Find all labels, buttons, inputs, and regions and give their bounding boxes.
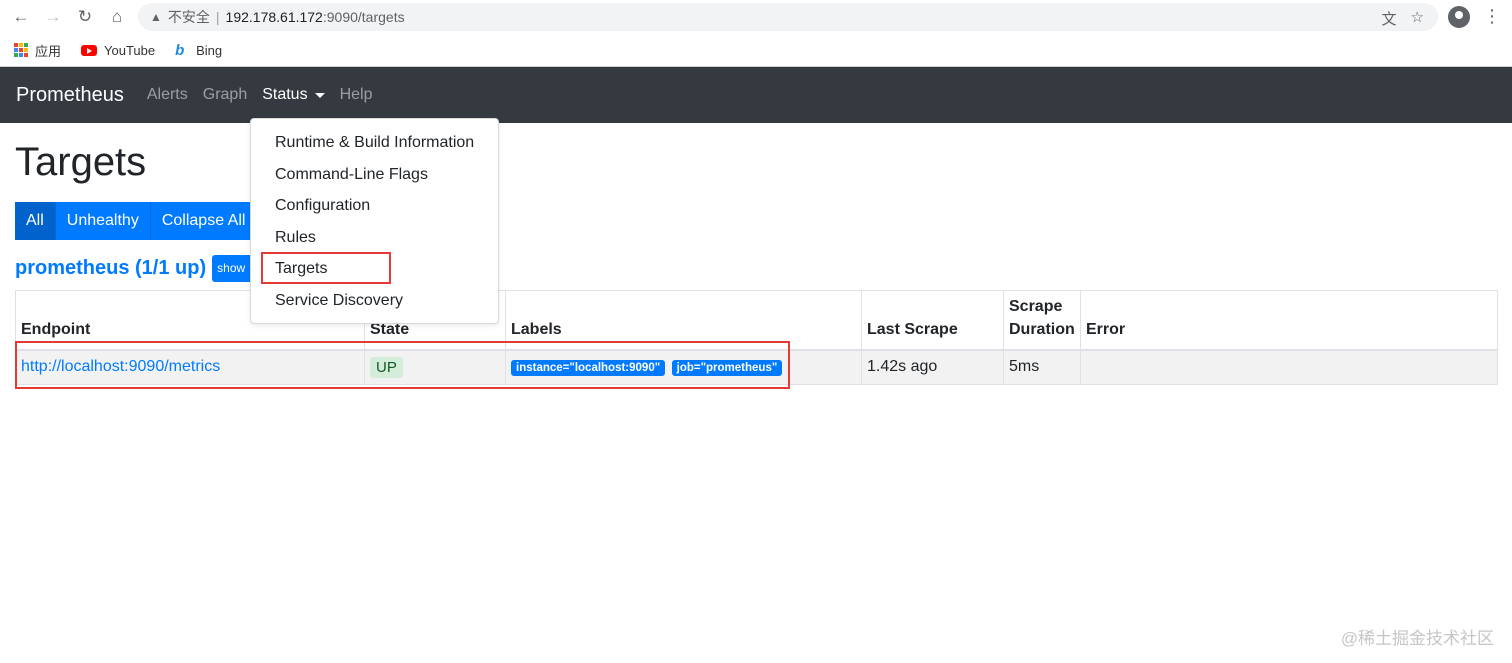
menu-item-service-discovery[interactable]: Service Discovery [251, 285, 498, 317]
job-title-link[interactable]: prometheus (1/1 up) [15, 257, 206, 280]
insecure-label: 不安全 [167, 9, 210, 25]
youtube-icon [81, 44, 98, 56]
nav-graph[interactable]: Graph [203, 86, 247, 104]
cell-endpoint: http://localhost:9090/metrics [15, 349, 365, 385]
bing-icon: b [175, 41, 185, 59]
prometheus-navbar: Prometheus Alerts Graph Status Help [0, 67, 1512, 123]
header-last-scrape: Last Scrape [861, 290, 1004, 351]
menu-item-configuration[interactable]: Configuration [251, 190, 498, 222]
home-icon[interactable]: ⌂ [106, 6, 128, 28]
menu-item-runtime-build-info[interactable]: Runtime & Build Information [251, 127, 498, 159]
watermark: @稀土掘金技术社区 [1340, 629, 1494, 648]
header-error: Error [1080, 290, 1498, 351]
header-scrape-duration-line1: Scrape [1009, 298, 1063, 315]
bookmark-star-icon[interactable]: ☆ [1411, 8, 1424, 29]
url-separator: | [215, 9, 220, 25]
menu-item-rules[interactable]: Rules [251, 222, 498, 254]
targets-table: Endpoint State Labels Last Scrape Scrape… [15, 290, 1498, 385]
nav-help[interactable]: Help [340, 86, 373, 104]
bookmarks-bar: 应用 YouTube b Bing [0, 34, 1512, 66]
header-labels: Labels [505, 290, 862, 351]
apps-grid-icon [14, 43, 28, 57]
warning-icon: ▲ [150, 10, 162, 24]
reload-icon[interactable]: ↻ [74, 6, 96, 28]
state-badge: UP [370, 356, 403, 378]
bookmark-label: YouTube [104, 42, 156, 58]
filter-button-group: All Unhealthy Collapse All [15, 202, 258, 240]
cell-error [1080, 349, 1498, 385]
table-header-row: Endpoint State Labels Last Scrape Scrape… [15, 290, 1498, 351]
profile-icon[interactable] [1448, 6, 1470, 28]
browser-menu-icon[interactable]: ⋮ [1483, 5, 1501, 27]
label-badge-job: job="prometheus" [671, 360, 783, 377]
bookmark-youtube[interactable]: YouTube [81, 43, 155, 58]
status-dropdown-menu: Runtime & Build Information Command-Line… [250, 118, 499, 324]
cell-last-scrape: 1.42s ago [861, 349, 1004, 385]
url-host: 192.178.61.172 [225, 9, 323, 25]
menu-item-targets[interactable]: Targets [251, 253, 498, 285]
bookmark-label: Bing [196, 42, 223, 58]
url-path: :9090/targets [322, 9, 405, 25]
browser-toolbar: ← → ↻ ⌂ ▲ 不安全 | 192.178.61.172 :9090/tar… [0, 0, 1512, 34]
cell-scrape-duration: 5ms [1003, 349, 1081, 385]
browser-chrome: ← → ↻ ⌂ ▲ 不安全 | 192.178.61.172 :9090/tar… [0, 0, 1512, 67]
cell-state: UP [364, 349, 506, 385]
nav-alerts[interactable]: Alerts [147, 86, 188, 104]
menu-item-command-line-flags[interactable]: Command-Line Flags [251, 159, 498, 191]
translate-icon[interactable]: 文 [1382, 8, 1397, 29]
bookmark-label: 应用 [35, 43, 62, 59]
endpoint-link[interactable]: http://localhost:9090/metrics [21, 358, 220, 375]
filter-unhealthy-button[interactable]: Unhealthy [55, 202, 151, 240]
cell-labels: instance="localhost:9090" job="prometheu… [505, 349, 862, 385]
label-badge-instance: instance="localhost:9090" [511, 360, 666, 377]
collapse-all-button[interactable]: Collapse All [150, 202, 258, 240]
address-bar[interactable]: ▲ 不安全 | 192.178.61.172 :9090/targets 文 ☆ [138, 3, 1438, 31]
header-scrape-duration: Scrape Duration [1003, 290, 1081, 351]
brand-link[interactable]: Prometheus [16, 84, 124, 107]
bookmark-apps[interactable]: 应用 [14, 41, 61, 60]
show-less-button[interactable]: show less [212, 255, 253, 282]
forward-icon[interactable]: → [42, 6, 64, 28]
nav-status-label: Status [262, 86, 308, 103]
job-header: prometheus (1/1 up) show less [15, 255, 253, 282]
header-scrape-duration-line2: Duration [1009, 321, 1075, 338]
filter-all-button[interactable]: All [15, 202, 56, 240]
caret-down-icon [314, 92, 325, 98]
page-title: Targets [15, 140, 147, 184]
bookmark-bing[interactable]: b Bing [175, 42, 222, 59]
nav-status[interactable]: Status [262, 86, 325, 104]
back-icon[interactable]: ← [10, 6, 32, 28]
table-row: http://localhost:9090/metrics UP instanc… [15, 349, 1498, 385]
